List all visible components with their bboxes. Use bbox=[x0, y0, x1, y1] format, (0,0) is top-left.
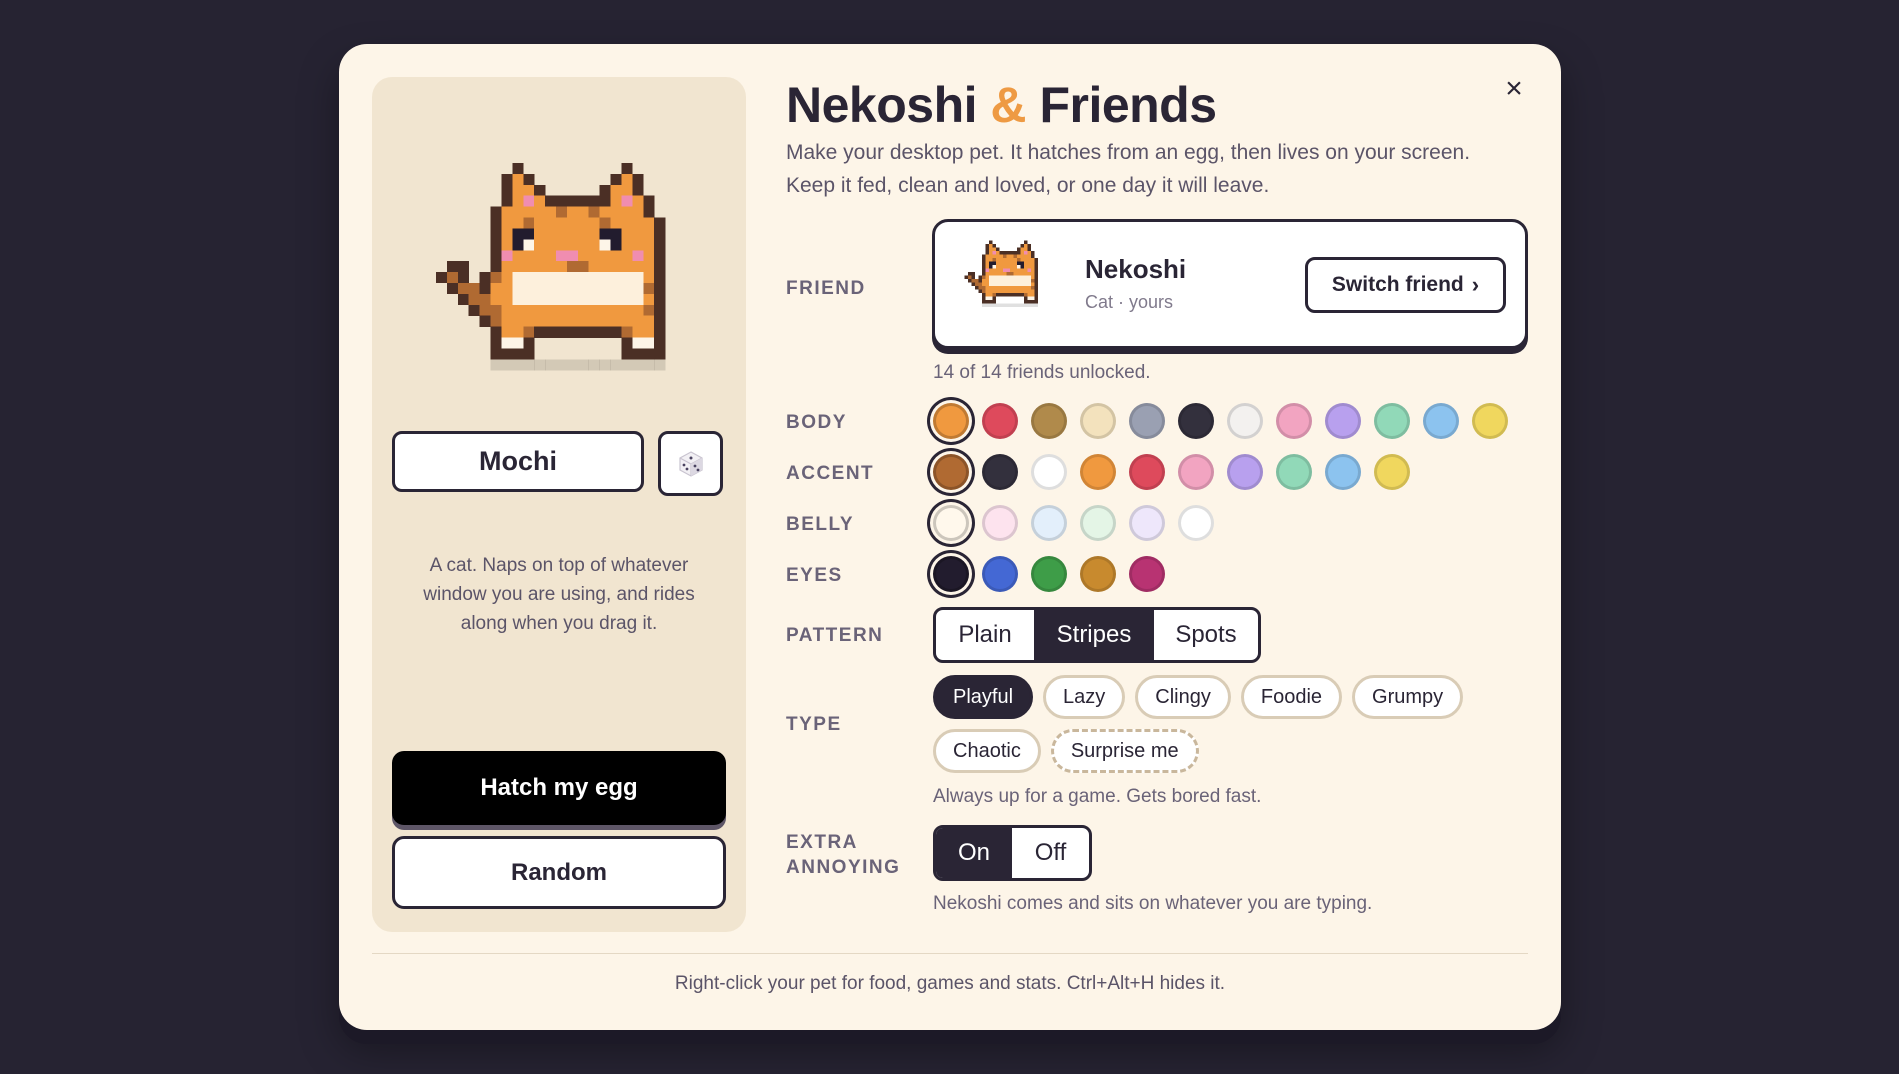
page-subtitle: Make your desktop pet. It hatches from a… bbox=[786, 141, 1471, 197]
belly-color-swatches bbox=[933, 505, 1214, 541]
pet-description: A cat. Naps on top of whatever window yo… bbox=[423, 555, 695, 634]
body-swatch[interactable] bbox=[1472, 403, 1508, 439]
accent-swatch[interactable] bbox=[1178, 454, 1214, 490]
accent-swatch[interactable] bbox=[1374, 454, 1410, 490]
chevron-right-icon: › bbox=[1471, 272, 1480, 297]
eyes-label: EYES bbox=[786, 565, 843, 586]
accent-swatch[interactable] bbox=[982, 454, 1018, 490]
belly-swatch[interactable] bbox=[1178, 505, 1214, 541]
body-label: BODY bbox=[786, 412, 847, 433]
body-swatch[interactable] bbox=[1423, 403, 1459, 439]
body-swatch[interactable] bbox=[933, 403, 969, 439]
type-label: TYPE bbox=[786, 714, 842, 735]
friend-thumbnail bbox=[964, 240, 1039, 308]
body-swatch[interactable] bbox=[1129, 403, 1165, 439]
page-title: Nekoshi & Friends bbox=[786, 76, 1217, 134]
belly-swatch[interactable] bbox=[1129, 505, 1165, 541]
belly-swatch[interactable] bbox=[1031, 505, 1067, 541]
pet-preview-panel: Mochi A cat. Naps on top of whatever win… bbox=[372, 77, 746, 932]
type-hint: Always up for a game. Gets bored fast. bbox=[933, 786, 1262, 807]
extra-annoying-label: EXTRA ANNOYING bbox=[786, 830, 900, 880]
pet-sprite bbox=[436, 163, 666, 371]
body-swatch[interactable] bbox=[1374, 403, 1410, 439]
accent-swatch[interactable] bbox=[1325, 454, 1361, 490]
extra-annoying-label-line2: ANNOYING bbox=[786, 857, 901, 878]
accent-swatch[interactable] bbox=[1080, 454, 1116, 490]
accent-color-swatches bbox=[933, 454, 1410, 490]
type-option-playful[interactable]: Playful bbox=[933, 675, 1034, 719]
unlocked-count: 14 of 14 friends unlocked. bbox=[933, 362, 1151, 383]
friend-card: Nekoshi Cat · yours Switch friend › bbox=[932, 219, 1528, 349]
type-option-chaotic[interactable]: Chaotic bbox=[933, 729, 1041, 773]
pattern-label: PATTERN bbox=[786, 625, 884, 646]
type-option-clingy[interactable]: Clingy bbox=[1135, 675, 1231, 719]
eyes-swatch[interactable] bbox=[1129, 556, 1165, 592]
body-swatch[interactable] bbox=[1227, 403, 1263, 439]
eyes-swatch[interactable] bbox=[1031, 556, 1067, 592]
friend-label: FRIEND bbox=[786, 278, 866, 299]
body-color-swatches bbox=[933, 403, 1508, 439]
body-swatch[interactable] bbox=[1325, 403, 1361, 439]
pattern-selector: Plain Stripes Spots bbox=[933, 607, 1261, 663]
eyes-swatch[interactable] bbox=[1080, 556, 1116, 592]
type-option-grumpy[interactable]: Grumpy bbox=[1352, 675, 1464, 719]
body-swatch[interactable] bbox=[1080, 403, 1116, 439]
hatch-egg-button[interactable]: Hatch my egg bbox=[392, 751, 726, 825]
friend-name: Nekoshi bbox=[1085, 254, 1187, 284]
footer-divider bbox=[372, 953, 1528, 954]
body-swatch[interactable] bbox=[1178, 403, 1214, 439]
pet-creator-dialog: × Mochi A cat. Naps on top of whatever w… bbox=[339, 44, 1561, 1030]
accent-label: ACCENT bbox=[786, 463, 875, 484]
extra-annoying-toggle: On Off bbox=[933, 825, 1092, 881]
body-swatch[interactable] bbox=[1031, 403, 1067, 439]
type-option-foodie[interactable]: Foodie bbox=[1240, 675, 1343, 719]
type-option-lazy[interactable]: Lazy bbox=[1043, 675, 1126, 719]
accent-swatch[interactable] bbox=[933, 454, 969, 490]
switch-friend-button[interactable]: Switch friend › bbox=[1305, 257, 1506, 313]
footer-hint: Right-click your pet for food, games and… bbox=[674, 973, 1226, 994]
title-ampersand: & bbox=[990, 77, 1027, 133]
extra-annoying-hint: Nekoshi comes and sits on whatever you a… bbox=[933, 893, 1373, 914]
pattern-option-plain[interactable]: Plain bbox=[936, 610, 1034, 660]
eyes-color-swatches bbox=[933, 556, 1165, 592]
belly-swatch[interactable] bbox=[1080, 505, 1116, 541]
type-option-surprise-me[interactable]: Surprise me bbox=[1050, 729, 1199, 773]
type-options-row1: Playful Lazy Clingy Foodie Grumpy bbox=[933, 675, 1464, 719]
random-button[interactable]: Random bbox=[392, 836, 726, 909]
title-part2: Friends bbox=[1039, 77, 1217, 133]
extra-annoying-on[interactable]: On bbox=[936, 828, 1012, 878]
eyes-swatch[interactable] bbox=[933, 556, 969, 592]
belly-swatch[interactable] bbox=[933, 505, 969, 541]
accent-swatch[interactable] bbox=[1227, 454, 1263, 490]
close-icon[interactable]: × bbox=[1499, 74, 1529, 104]
switch-friend-label: Switch friend bbox=[1331, 273, 1464, 296]
body-swatch[interactable] bbox=[1276, 403, 1312, 439]
accent-swatch[interactable] bbox=[1129, 454, 1165, 490]
pet-name-input[interactable]: Mochi bbox=[392, 431, 644, 492]
accent-swatch[interactable] bbox=[1031, 454, 1067, 490]
accent-swatch[interactable] bbox=[1276, 454, 1312, 490]
dice-icon bbox=[678, 450, 703, 477]
belly-label: BELLY bbox=[786, 514, 855, 535]
friend-subtitle: Cat · yours bbox=[1085, 292, 1174, 312]
randomize-name-button[interactable] bbox=[658, 431, 723, 496]
title-part1: Nekoshi bbox=[786, 77, 978, 133]
body-swatch[interactable] bbox=[982, 403, 1018, 439]
eyes-swatch[interactable] bbox=[982, 556, 1018, 592]
extra-annoying-off[interactable]: Off bbox=[1012, 828, 1089, 878]
pattern-option-stripes[interactable]: Stripes bbox=[1034, 610, 1154, 660]
extra-annoying-label-line1: EXTRA bbox=[786, 832, 858, 853]
type-options-row2: Chaotic Surprise me bbox=[933, 729, 1199, 773]
pattern-option-spots[interactable]: Spots bbox=[1154, 610, 1258, 660]
belly-swatch[interactable] bbox=[982, 505, 1018, 541]
